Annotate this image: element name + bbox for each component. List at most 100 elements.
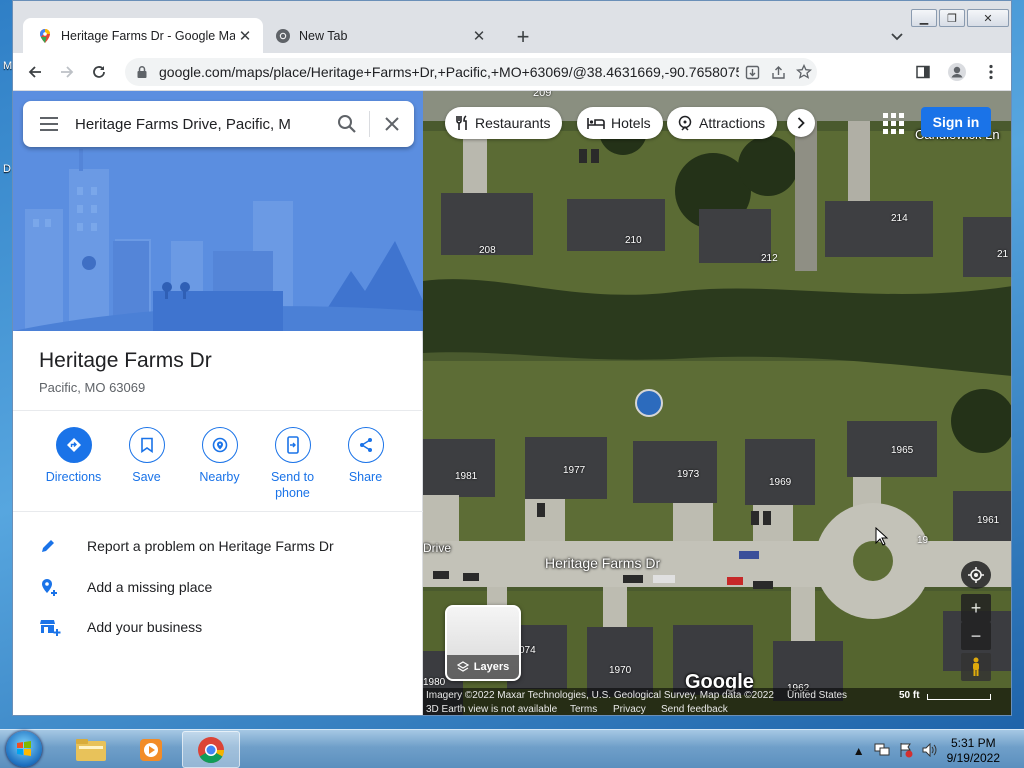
chrome-icon [276,28,290,43]
tab-search-chevron-icon[interactable] [885,25,909,49]
house-number-label: 1981 [455,471,478,482]
add-place-icon [39,577,87,597]
pencil-icon [39,537,87,555]
send-to-phone-label: Send to phone [270,470,315,500]
report-problem-label: Report a problem on Heritage Farms Dr [87,538,334,554]
directions-icon [55,427,92,463]
save-button[interactable]: Save [110,427,183,501]
add-business-item[interactable]: Add your business [39,617,202,637]
street-label-heritage-farms: Heritage Farms Dr [545,555,661,571]
search-icon[interactable] [325,101,369,147]
layers-button[interactable]: Layers [445,605,521,681]
house-number-label: 1965 [891,445,914,456]
chrome-window: Heritage Farms Dr - Google Map ✕ New Tab… [12,0,1012,716]
privacy-link[interactable]: Privacy [613,704,646,715]
terms-link[interactable]: Terms [570,704,597,715]
google-maps-pin-icon [40,28,50,43]
chrome-icon [198,736,225,763]
new-tab-button[interactable]: + [509,23,537,51]
street-label-drive: Drive [423,541,452,555]
place-side-panel: Heritage Farms Drive, Pacific, M Heritag… [13,91,423,715]
reload-button[interactable] [85,58,113,86]
network-icon[interactable] [874,743,890,760]
minimize-button[interactable]: ▁ [911,9,937,27]
country-label[interactable]: United States [787,690,847,701]
url-text: google.com/maps/place/Heritage+Farms+Dr,… [159,64,739,80]
chip-hotels-label: Hotels [611,115,651,131]
file-explorer-icon [76,738,106,761]
directions-button[interactable]: Directions [37,427,110,501]
address-bar[interactable]: google.com/maps/place/Heritage+Farms+Dr,… [125,58,817,86]
clock-time: 5:31 PM [950,736,996,750]
profile-avatar-icon[interactable] [943,58,971,86]
pegman-icon[interactable] [961,653,991,681]
tab-close-icon[interactable]: ✕ [235,26,255,46]
share-page-icon[interactable] [765,59,791,85]
house-number-label: 21 [997,249,1009,260]
taskbar-chrome[interactable] [182,731,240,768]
windows-logo-icon [17,741,31,756]
house-number-label: 1961 [977,515,1000,526]
chips-next-chevron-icon[interactable] [787,109,815,137]
back-button[interactable] [21,58,49,86]
layers-label: Layers [473,661,510,673]
add-business-label: Add your business [87,619,203,635]
google-apps-icon[interactable] [881,111,905,135]
scale-label[interactable]: 50 ft [899,690,920,701]
send-to-phone-button[interactable]: Send to phone [256,427,329,501]
search-input[interactable]: Heritage Farms Drive, Pacific, M [75,116,325,133]
clear-search-icon[interactable] [370,101,414,147]
tab-new-tab[interactable]: New Tab ✕ [265,18,497,53]
volume-icon[interactable] [922,742,938,760]
house-number-label: 210 [625,235,642,246]
nearby-button[interactable]: Nearby [183,427,256,501]
place-actions: Directions Save Nearby Send to phone Sha… [37,427,402,501]
taskbar-media-player[interactable] [122,731,180,768]
add-missing-place-item[interactable]: Add a missing place [39,577,212,597]
mouse-cursor-icon [875,527,889,546]
house-number-label: 1980 [423,677,446,688]
clock-date: 9/19/2022 [946,751,1000,765]
place-subtitle: Pacific, MO 63069 [39,380,146,395]
phone-icon [274,427,311,463]
bookmark-icon [128,427,165,463]
action-center-flag-icon[interactable] [899,742,913,761]
satellite-map[interactable]: 209 Candlewick Ln Heritage Farms Dr Driv… [423,91,1011,715]
sign-in-button[interactable]: Sign in [921,107,991,137]
send-feedback-link[interactable]: Send feedback [661,704,728,715]
add-business-icon [39,617,87,637]
hamburger-menu-icon[interactable] [23,116,75,132]
chip-restaurants[interactable]: Restaurants [445,107,563,139]
imagery-attribution: Imagery ©2022 Maxar Technologies, U.S. G… [426,690,774,701]
chip-hotels[interactable]: Hotels [577,107,663,139]
install-app-icon[interactable] [739,59,765,85]
tab-close-icon[interactable]: ✕ [469,26,489,46]
map-attribution-bar: Imagery ©2022 Maxar Technologies, U.S. G… [423,688,1011,715]
my-location-icon[interactable] [961,561,991,589]
taskbar-file-explorer[interactable] [62,731,120,768]
share-button[interactable]: Share [329,427,402,501]
zoom-in-button[interactable]: + [961,594,991,622]
house-number-label: 074 [519,645,536,656]
scale-bar [927,694,991,700]
chip-attractions[interactable]: Attractions [667,107,778,139]
share-icon [347,427,384,463]
maximize-button[interactable]: ❐ [939,9,965,27]
forward-button[interactable] [53,58,81,86]
zoom-out-button[interactable]: − [961,622,991,650]
start-button[interactable] [6,731,42,767]
earth-view-note: 3D Earth view is not available [426,704,558,715]
house-number-label: 19 [917,535,929,546]
more-menu-icon[interactable] [977,58,1005,86]
tab-google-maps[interactable]: Heritage Farms Dr - Google Map ✕ [23,18,263,53]
window-close-button[interactable]: ✕ [967,9,1009,27]
report-problem-item[interactable]: Report a problem on Heritage Farms Dr [39,537,334,555]
bookmark-star-icon[interactable] [791,59,817,85]
taskbar-clock[interactable]: 5:31 PM 9/19/2022 [947,736,1000,766]
attractions-icon [678,115,692,131]
side-panel-icon[interactable] [909,58,937,86]
media-player-icon [140,738,162,761]
house-number-label: 1970 [609,665,632,676]
house-number-label: 1973 [677,469,700,480]
show-hidden-icons-icon[interactable]: ▲ [853,744,865,758]
